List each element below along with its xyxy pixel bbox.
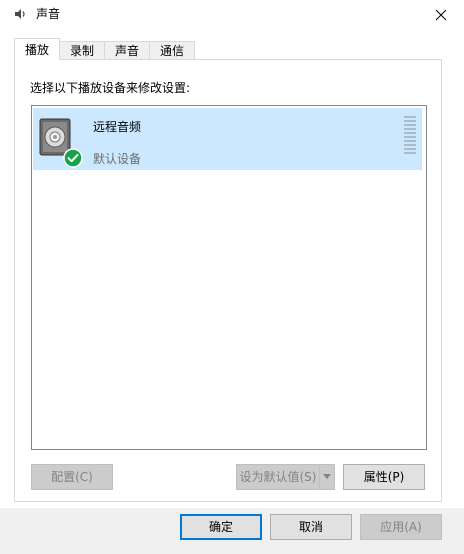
tab-recording[interactable]: 录制 — [59, 41, 106, 60]
set-default-button[interactable]: 设为默认值(S) — [236, 464, 320, 490]
tab-strip: 播放 录制 声音 通信 — [14, 38, 196, 60]
apply-button[interactable]: 应用(A) — [360, 514, 442, 540]
chevron-down-icon — [323, 474, 331, 479]
ok-button[interactable]: 确定 — [180, 514, 262, 540]
check-icon — [63, 148, 83, 168]
dialog-footer: 确定 取消 应用(A) — [0, 508, 464, 554]
tab-playback[interactable]: 播放 — [14, 38, 61, 60]
tab-communications[interactable]: 通信 — [149, 41, 196, 60]
device-status: 默认设备 — [93, 152, 142, 166]
volume-level-meter — [404, 116, 416, 154]
set-default-dropdown[interactable] — [319, 464, 335, 490]
playback-panel: 选择以下播放设备来修改设置: 远程音频 默认设备 配置(C) 设为默认值(S) … — [14, 59, 442, 502]
configure-button[interactable]: 配置(C) — [31, 464, 113, 490]
device-name: 远程音频 — [93, 120, 142, 134]
device-list[interactable]: 远程音频 默认设备 — [31, 105, 427, 450]
close-button[interactable] — [418, 0, 464, 30]
title-bar: 声音 — [0, 0, 464, 30]
tab-sounds[interactable]: 声音 — [104, 41, 151, 60]
window-title: 声音 — [36, 7, 61, 21]
instruction-text: 选择以下播放设备来修改设置: — [30, 81, 191, 95]
close-icon — [435, 9, 447, 21]
cancel-button[interactable]: 取消 — [270, 514, 352, 540]
sound-app-icon — [12, 6, 28, 22]
device-item-remote-audio[interactable]: 远程音频 默认设备 — [33, 108, 422, 170]
sound-dialog: 声音 播放 录制 声音 通信 选择以下播放设备来修改设置: 远程音频 默认设备 … — [0, 0, 464, 554]
properties-button[interactable]: 属性(P) — [343, 464, 425, 490]
